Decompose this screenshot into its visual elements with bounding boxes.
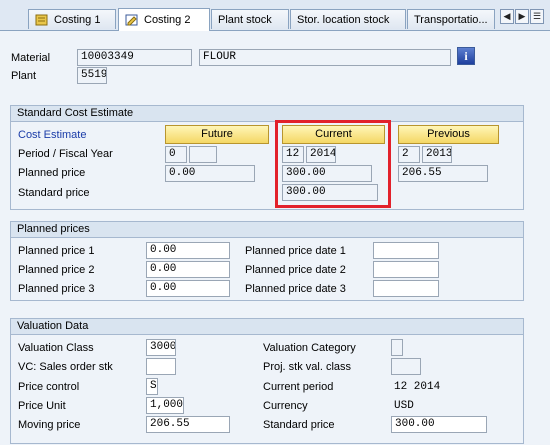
tab-costing-1[interactable]: Costing 1 — [28, 9, 116, 29]
info-icon[interactable]: i — [457, 47, 475, 65]
valuation-category-field[interactable] — [391, 339, 403, 356]
previous-button[interactable]: Previous — [398, 125, 499, 144]
proj-stk-val-class-label: Proj. stk val. class — [263, 361, 352, 373]
arrow-right-icon: ▶ — [518, 11, 526, 21]
group-title: Valuation Data — [11, 319, 523, 335]
planned-price-date-2-field[interactable] — [373, 261, 439, 278]
standard-price-field[interactable]: 300.00 — [391, 416, 487, 433]
planned-price-3-label: Planned price 3 — [18, 283, 95, 295]
planned-price-date-2-label: Planned price date 2 — [245, 264, 346, 276]
tab-plant-stock[interactable]: Plant stock — [211, 9, 289, 29]
tab-prev-button[interactable]: ◀ — [500, 9, 514, 24]
price-control-label: Price control — [18, 381, 80, 393]
valuation-category-label: Valuation Category — [263, 342, 356, 354]
valuation-data-group: Valuation Data Valuation Class 3000 Valu… — [10, 318, 524, 444]
future-period-field[interactable]: 0 — [165, 146, 187, 163]
tab-document-icon — [35, 14, 49, 26]
planned-price-2-field[interactable]: 0.00 — [146, 261, 230, 278]
planned-price-date-1-field[interactable] — [373, 242, 439, 259]
current-highlight-box — [275, 120, 391, 208]
currency-label: Currency — [263, 400, 308, 412]
future-button[interactable]: Future — [165, 125, 269, 144]
valuation-class-field[interactable]: 3000 — [146, 339, 176, 356]
costing-2-panel: Material 10003349 FLOUR i Plant 5519 Sta… — [0, 30, 550, 445]
group-title: Planned prices — [11, 222, 523, 238]
period-fiscal-year-label: Period / Fiscal Year — [18, 148, 113, 160]
vc-sales-order-stk-label: VC: Sales order stk — [18, 361, 113, 373]
tab-list-button[interactable]: ☰ — [530, 9, 544, 24]
standard-price-label: Standard price — [263, 419, 335, 431]
standard-price-label: Standard price — [18, 187, 90, 199]
price-control-field[interactable]: S — [146, 378, 158, 395]
tab-label: Costing 2 — [144, 14, 191, 26]
planned-price-date-3-field[interactable] — [373, 280, 439, 297]
material-description-field[interactable]: FLOUR — [199, 49, 451, 66]
proj-stk-val-class-field[interactable] — [391, 358, 421, 375]
material-label: Material — [11, 52, 51, 64]
tab-edit-icon — [125, 14, 139, 26]
material-field[interactable]: 10003349 — [77, 49, 192, 66]
planned-price-1-label: Planned price 1 — [18, 245, 95, 257]
moving-price-label: Moving price — [18, 419, 81, 431]
tab-label: Plant stock — [218, 13, 272, 26]
moving-price-field[interactable]: 206.55 — [146, 416, 230, 433]
future-year-field[interactable] — [189, 146, 217, 163]
price-unit-field[interactable]: 1,000 — [146, 397, 184, 414]
price-unit-label: Price Unit — [18, 400, 66, 412]
tab-label: Transportatio... — [414, 13, 488, 26]
tab-transportation[interactable]: Transportatio... — [407, 9, 495, 29]
cost-estimate-link[interactable]: Cost Estimate — [18, 128, 86, 142]
tab-label: Stor. location stock — [297, 13, 390, 26]
previous-planned-price-field[interactable]: 206.55 — [398, 165, 488, 182]
planned-price-date-3-label: Planned price date 3 — [245, 283, 346, 295]
planned-price-2-label: Planned price 2 — [18, 264, 95, 276]
list-icon: ☰ — [532, 11, 542, 21]
plant-label: Plant — [11, 70, 37, 82]
planned-price-1-field[interactable]: 0.00 — [146, 242, 230, 259]
planned-price-label: Planned price — [18, 167, 86, 179]
tab-label: Costing 1 — [54, 13, 101, 26]
future-planned-price-field[interactable]: 0.00 — [165, 165, 255, 182]
tab-bar: Costing 1 Costing 2 Plant stock Stor. lo… — [0, 0, 550, 31]
valuation-class-label: Valuation Class — [18, 342, 94, 354]
current-period-value: 12 2014 — [394, 381, 441, 393]
group-title: Standard Cost Estimate — [11, 106, 523, 122]
standard-cost-estimate-group: Standard Cost Estimate Cost Estimate Fut… — [10, 105, 524, 210]
vc-sales-order-stk-field[interactable] — [146, 358, 176, 375]
tab-costing-2[interactable]: Costing 2 — [118, 8, 210, 31]
previous-year-field[interactable]: 2013 — [422, 146, 452, 163]
plant-field[interactable]: 5519 — [77, 67, 107, 84]
planned-price-3-field[interactable]: 0.00 — [146, 280, 230, 297]
current-period-label: Current period — [263, 381, 334, 393]
currency-value: USD — [394, 400, 414, 412]
tab-next-button[interactable]: ▶ — [515, 9, 529, 24]
planned-price-date-1-label: Planned price date 1 — [245, 245, 346, 257]
planned-prices-group: Planned prices Planned price 1 0.00 Plan… — [10, 221, 524, 301]
tab-stor-location-stock[interactable]: Stor. location stock — [290, 9, 406, 29]
previous-period-field[interactable]: 2 — [398, 146, 420, 163]
arrow-left-icon: ◀ — [503, 11, 511, 21]
